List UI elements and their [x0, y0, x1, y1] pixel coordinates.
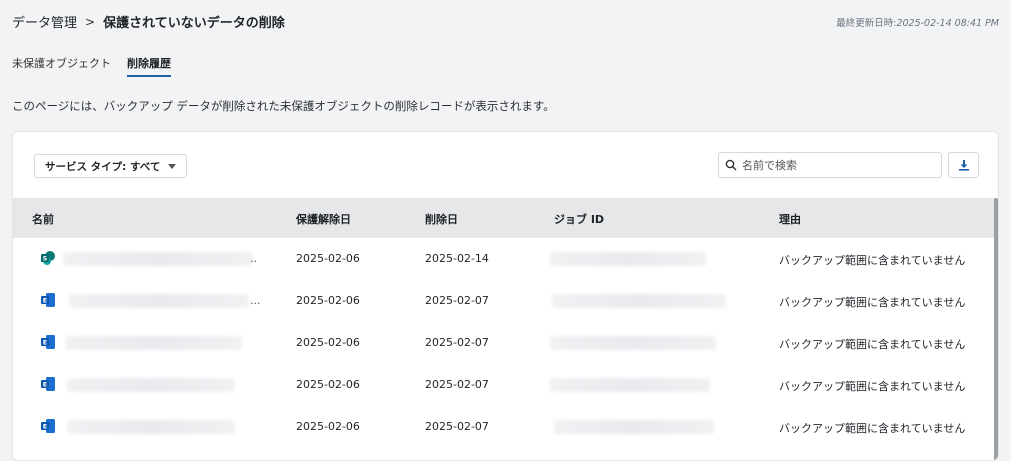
service-type-filter-label: サービス タイプ: すべて — [45, 160, 161, 173]
unprotected-date: 2025-02-06 — [296, 378, 360, 391]
table-row[interactable]: E 2025-02-06 2025-02-07 バックアップ範囲に含まれていませ… — [13, 406, 998, 448]
redacted-job-id — [554, 420, 714, 434]
table-row[interactable]: E 2025-02-06 2025-02-07 バックアップ範囲に含まれていませ… — [13, 364, 998, 406]
last-updated: 最終更新日時:2025-02-14 08:41 PM — [836, 15, 999, 29]
svg-text:E: E — [43, 297, 47, 305]
vertical-scrollbar[interactable] — [994, 198, 998, 460]
tab-deletion-history[interactable]: 削除履歴 — [127, 55, 171, 77]
reason: バックアップ範囲に含まれていません — [779, 254, 966, 267]
service-type-filter[interactable]: サービス タイプ: すべて — [34, 154, 188, 178]
history-card: サービス タイプ: すべて 名前 保護解除日 削除日 ジョブ ID 理由 S .… — [12, 131, 999, 461]
column-header-reason[interactable]: 理由 — [779, 211, 801, 227]
name-ellipsis: ... — [250, 294, 261, 307]
table-row[interactable]: S .. 2025-02-06 2025-02-14 バックアップ範囲に含まれて… — [13, 238, 998, 280]
search-icon — [725, 159, 737, 171]
column-header-name[interactable]: 名前 — [32, 211, 54, 227]
unprotected-date: 2025-02-06 — [296, 294, 360, 307]
sharepoint-icon: S — [41, 251, 55, 265]
deleted-date: 2025-02-14 — [425, 252, 489, 265]
tab-bar: 未保護オブジェクト 削除履歴 — [12, 55, 171, 77]
svg-text:S: S — [43, 255, 48, 263]
redacted-name — [63, 252, 253, 266]
download-button[interactable] — [948, 152, 979, 178]
svg-text:E: E — [43, 381, 47, 389]
redacted-name — [69, 294, 249, 308]
deleted-date: 2025-02-07 — [425, 336, 489, 349]
page-header: データ管理 > 保護されていないデータの削除 最終更新日時:2025-02-14… — [12, 12, 999, 32]
redacted-name — [67, 378, 235, 392]
caret-down-icon — [168, 163, 177, 169]
column-header-job-id[interactable]: ジョブ ID — [554, 211, 604, 227]
redacted-name — [67, 420, 235, 434]
breadcrumb-separator-icon: > — [85, 14, 96, 29]
unprotected-date: 2025-02-06 — [296, 336, 360, 349]
breadcrumb-data-management[interactable]: データ管理 — [12, 12, 77, 31]
page-title: 保護されていないデータの削除 — [103, 16, 285, 31]
redacted-job-id — [550, 336, 716, 350]
svg-text:E: E — [43, 423, 47, 431]
exchange-icon: E — [41, 377, 55, 391]
exchange-icon: E — [41, 335, 55, 349]
last-updated-label: 最終更新日時: — [836, 18, 897, 29]
redacted-job-id — [550, 378, 710, 392]
tab-unprotected-objects[interactable]: 未保護オブジェクト — [12, 55, 111, 77]
exchange-icon: E — [41, 293, 55, 307]
reason: バックアップ範囲に含まれていません — [779, 422, 966, 435]
deleted-date: 2025-02-07 — [425, 378, 489, 391]
column-header-unprotected-date[interactable]: 保護解除日 — [296, 211, 351, 227]
table-row[interactable]: E 2025-02-06 2025-02-07 バックアップ範囲に含まれていませ… — [13, 322, 998, 364]
search-box — [718, 152, 942, 178]
redacted-name — [66, 336, 242, 350]
svg-text:E: E — [43, 339, 47, 347]
unprotected-date: 2025-02-06 — [296, 252, 360, 265]
search-input[interactable] — [742, 158, 932, 172]
reason: バックアップ範囲に含まれていません — [779, 338, 966, 351]
name-ellipsis: .. — [250, 252, 257, 265]
download-icon — [958, 160, 969, 171]
column-header-deleted-date[interactable]: 削除日 — [425, 211, 458, 227]
page-description: このページには、バックアップ データが削除された未保護オブジェクトの削除レコード… — [12, 99, 555, 113]
deleted-date: 2025-02-07 — [425, 420, 489, 433]
table-row[interactable]: E ... 2025-02-06 2025-02-07 バックアップ範囲に含まれ… — [13, 280, 998, 322]
exchange-icon: E — [41, 419, 55, 433]
unprotected-date: 2025-02-06 — [296, 420, 360, 433]
breadcrumb: データ管理 > 保護されていないデータの削除 — [12, 12, 285, 32]
deleted-date: 2025-02-07 — [425, 294, 489, 307]
reason: バックアップ範囲に含まれていません — [779, 380, 966, 393]
redacted-job-id — [552, 294, 726, 308]
table-header: 名前 保護解除日 削除日 ジョブ ID 理由 — [13, 198, 998, 238]
reason: バックアップ範囲に含まれていません — [779, 296, 966, 309]
last-updated-value: 2025-02-14 08:41 PM — [896, 18, 999, 29]
redacted-job-id — [550, 252, 706, 266]
